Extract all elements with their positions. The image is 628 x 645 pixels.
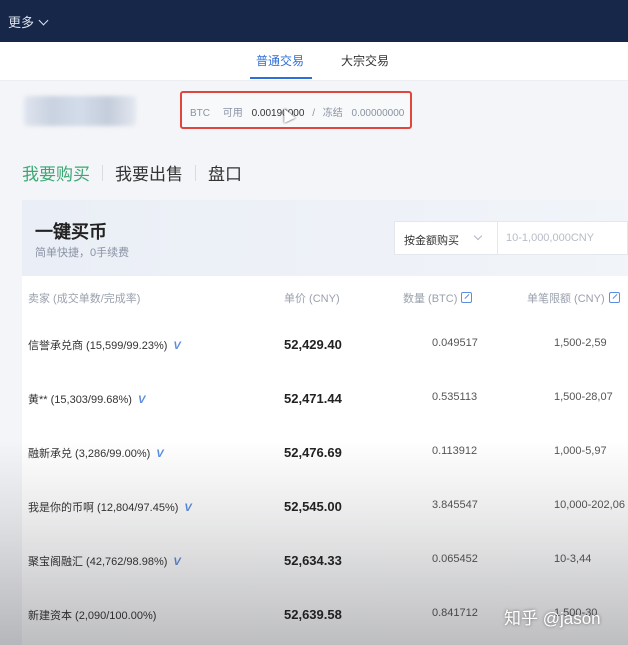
table-row[interactable]: 聚宝阁融汇 (42,762/98.98%) V 52,634.33 0.06545… — [22, 534, 628, 588]
qty-cell: 0.065452 — [432, 553, 478, 565]
chevron-down-icon — [38, 15, 49, 25]
merchant-cell[interactable]: 聚宝阁融汇 (42,762/98.98%) V — [28, 553, 181, 569]
merchant-name: 我是你的币啊 (12,804/97.45%) — [28, 502, 179, 514]
header-qty-label: 数量 (BTC) — [403, 293, 458, 305]
frozen-label: 冻结 — [322, 108, 343, 119]
table-header: 卖家 (成交单数/完成率) 单价 (CNY) 数量 (BTC) 单笔限额 (CN… — [22, 290, 628, 310]
available-value: 0.00190000 — [251, 108, 305, 119]
quick-buy-subtitle: 简单快捷，0手续费 — [35, 247, 130, 259]
trade-type-tabs: 普通交易 大宗交易 — [0, 42, 628, 81]
buy-sell-tabs: 我要购买 我要出售 盘口 — [22, 160, 242, 185]
header-price[interactable]: 单价 (CNY) — [284, 290, 340, 306]
merchant-cell[interactable]: 信誉承兑商 (15,599/99.23%) V — [28, 337, 181, 353]
qty-cell: 3.845547 — [432, 499, 478, 511]
header-limit-label: 单笔限额 (CNY) — [527, 293, 605, 305]
verified-badge-icon: V — [184, 502, 192, 514]
buy-mode-select[interactable]: 按金额购买 — [394, 221, 498, 255]
more-menu-label: 更多 — [8, 15, 35, 30]
limit-cell: 1,500-2,59 — [554, 337, 607, 349]
tab-sell[interactable]: 我要出售 — [115, 160, 183, 185]
limit-cell: 10-3,44 — [554, 553, 592, 565]
price-cell: 52,471.44 — [284, 391, 342, 406]
merchant-cell[interactable]: 融新承兑 (3,286/99.00%) V — [28, 445, 164, 461]
table-row[interactable]: 信誉承兑商 (15,599/99.23%) V 52,429.40 0.04951… — [22, 318, 628, 372]
qty-cell: 0.841712 — [432, 607, 478, 619]
limit-cell: 1,000-5,97 — [554, 445, 607, 457]
balance-separator: / — [312, 108, 315, 119]
balance-coin: BTC — [190, 108, 210, 119]
quick-buy-banner: 一键买币 简单快捷，0手续费 按金额购买 10-1,000,000CNY — [22, 200, 628, 276]
available-label: 可用 — [222, 108, 243, 119]
merchant-cell[interactable]: 我是你的币啊 (12,804/97.45%) V — [28, 499, 192, 515]
header-qty[interactable]: 数量 (BTC) — [403, 290, 473, 306]
chevron-down-icon — [473, 231, 483, 241]
offer-list-card: 一键买币 简单快捷，0手续费 按金额购买 10-1,000,000CNY 卖家 … — [22, 200, 628, 645]
verified-badge-icon: V — [173, 340, 181, 352]
top-nav-bar: 更多 — [0, 0, 628, 42]
verified-badge-icon: V — [137, 394, 146, 406]
verified-badge-icon: V — [173, 556, 181, 568]
table-row[interactable]: 我是你的币啊 (12,804/97.45%) V 52,545.00 3.8455… — [22, 480, 628, 534]
frozen-value: 0.00000000 — [351, 108, 405, 119]
merchant-name: 新建资本 (2,090/100.00%) — [28, 610, 157, 622]
merchant-name: 聚宝阁融汇 (42,762/98.98%) — [28, 556, 168, 568]
divider — [195, 164, 196, 181]
price-cell: 52,545.00 — [284, 499, 342, 514]
account-row: BTC 可用 0.00190000 / 冻结 0.00000000 — [0, 88, 628, 134]
header-merchant: 卖家 (成交单数/完成率) — [28, 293, 141, 305]
limit-cell: 1,500-28,07 — [554, 391, 613, 403]
balance-text: BTC 可用 0.00190000 / 冻结 0.00000000 — [190, 104, 404, 119]
watermark: 知乎 @jason — [504, 609, 601, 628]
merchant-cell[interactable]: 黄** (15,303/99.68%) V — [28, 391, 145, 407]
edit-icon[interactable] — [461, 292, 473, 303]
limit-cell: 10,000-202,06 — [554, 499, 625, 511]
merchant-name: 融新承兑 (3,286/99.00%) — [28, 448, 151, 460]
header-limit[interactable]: 单笔限额 (CNY) — [527, 290, 620, 306]
qty-cell: 0.113912 — [432, 445, 478, 457]
price-cell: 52,634.33 — [284, 553, 342, 568]
merchant-name: 信誉承兑商 (15,599/99.23%) — [28, 340, 168, 352]
active-tab-indicator — [250, 77, 312, 79]
buy-mode-value: 按金额购买 — [404, 235, 459, 247]
table-row[interactable]: 融新承兑 (3,286/99.00%) V 52,476.69 0.113912 … — [22, 426, 628, 480]
price-cell: 52,639.58 — [284, 607, 342, 622]
more-menu-button[interactable]: 更多 — [8, 12, 49, 31]
merchant-cell[interactable]: 新建资本 (2,090/100.00%) — [28, 607, 156, 623]
table-row[interactable]: 黄** (15,303/99.68%) V 52,471.44 0.535113 … — [22, 372, 628, 426]
amount-input[interactable]: 10-1,000,000CNY — [498, 221, 628, 255]
tab-orderbook[interactable]: 盘口 — [208, 160, 242, 185]
edit-icon[interactable] — [608, 292, 620, 303]
quick-buy-title: 一键买币 — [35, 222, 107, 242]
price-cell: 52,476.69 — [284, 445, 342, 460]
verified-badge-icon: V — [156, 448, 164, 460]
price-cell: 52,429.40 — [284, 337, 342, 352]
qty-cell: 0.049517 — [432, 337, 478, 349]
tab-block-trade[interactable]: 大宗交易 — [341, 52, 389, 69]
blurred-account-name — [24, 96, 136, 126]
balance-highlight-box: BTC 可用 0.00190000 / 冻结 0.00000000 — [180, 91, 412, 129]
tab-buy[interactable]: 我要购买 — [22, 160, 90, 185]
qty-cell: 0.535113 — [432, 391, 478, 403]
merchant-name: 黄** (15,303/99.68%) — [28, 394, 132, 406]
divider — [102, 164, 103, 181]
tab-regular-trade[interactable]: 普通交易 — [256, 52, 304, 69]
